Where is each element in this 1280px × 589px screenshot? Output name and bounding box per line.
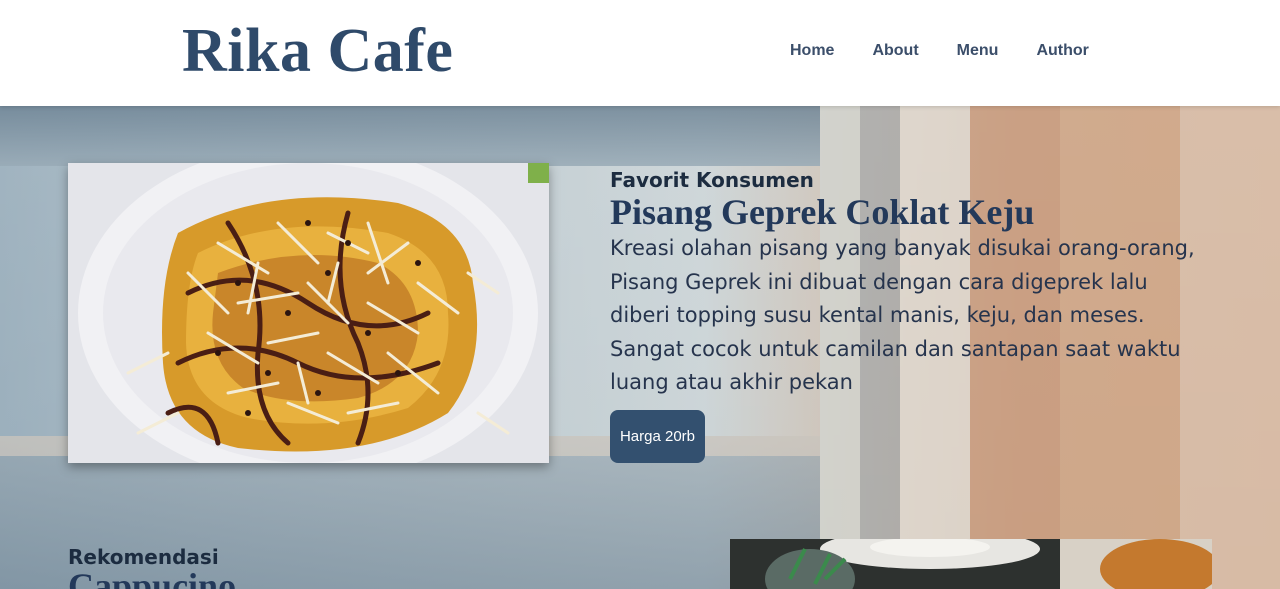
nav-about[interactable]: About — [872, 40, 918, 62]
price-button[interactable]: Harga 20rb — [610, 410, 705, 463]
nav-menu[interactable]: Menu — [957, 40, 999, 62]
recommendation-title: Cappucino — [68, 566, 237, 589]
site-logo[interactable]: Rika Cafe — [182, 16, 453, 86]
featured-title: Pisang Geprek Coklat Keju — [610, 192, 1035, 232]
featured-description: Kreasi olahan pisang yang banyak disukai… — [610, 236, 1195, 394]
nav-home[interactable]: Home — [790, 40, 834, 62]
cappucino-image — [730, 539, 1212, 589]
featured-subtitle: Favorit Konsumen — [610, 168, 814, 192]
featured-info: Favorit Konsumen Pisang Geprek Coklat Ke… — [610, 166, 1230, 400]
nav-author[interactable]: Author — [1036, 40, 1088, 62]
pisang-geprek-image — [68, 163, 549, 463]
main-nav: Home About Menu Author — [790, 40, 1127, 62]
site-header: Rika Cafe Home About Menu Author — [0, 0, 1280, 106]
